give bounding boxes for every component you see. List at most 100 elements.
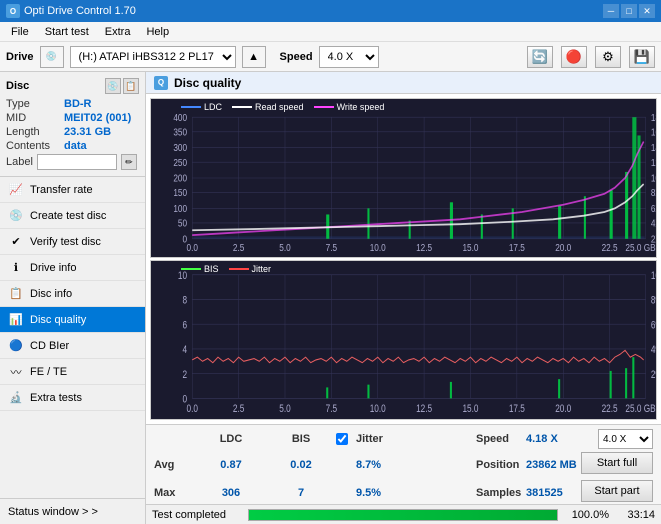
nav-label-fe-te: FE / TE bbox=[30, 366, 67, 378]
sidebar-item-verify-test-disc[interactable]: ✔ Verify test disc bbox=[0, 229, 145, 255]
samples-value: 381525 bbox=[526, 487, 563, 499]
svg-text:0.0: 0.0 bbox=[186, 403, 198, 415]
start-part-button[interactable]: Start part bbox=[581, 480, 653, 502]
svg-text:5.0: 5.0 bbox=[279, 403, 291, 415]
sidebar-item-create-test-disc[interactable]: 💿 Create test disc bbox=[0, 203, 145, 229]
svg-text:7.5: 7.5 bbox=[326, 403, 337, 415]
max-label: Max bbox=[154, 487, 175, 499]
sidebar: Disc 💿 📋 Type BD-R MID MEIT02 (001) Leng… bbox=[0, 72, 146, 524]
svg-text:17.5: 17.5 bbox=[509, 403, 525, 415]
main-layout: Disc 💿 📋 Type BD-R MID MEIT02 (001) Leng… bbox=[0, 72, 661, 524]
svg-text:10X: 10X bbox=[651, 173, 656, 184]
content-area: Q Disc quality LDC Read speed bbox=[146, 72, 661, 524]
bis-chart-svg: 10 8 6 4 2 0 10% 8% 6% 4% 2% 0.0 2.5 5.0 bbox=[151, 261, 656, 419]
svg-text:2: 2 bbox=[182, 369, 187, 381]
refresh-button[interactable]: 🔄 bbox=[527, 46, 553, 68]
disc-title: Disc bbox=[6, 80, 29, 92]
close-button[interactable]: ✕ bbox=[639, 4, 655, 18]
speed-select[interactable]: 4.0 X bbox=[319, 46, 379, 68]
disc-quality-header-icon: Q bbox=[154, 76, 168, 90]
sidebar-item-cd-bier[interactable]: 🔵 CD BIer bbox=[0, 333, 145, 359]
drive-select[interactable]: (H:) ATAPI iHBS312 2 PL17 bbox=[70, 46, 236, 68]
svg-text:50: 50 bbox=[178, 218, 187, 229]
title-controls: ─ □ ✕ bbox=[603, 4, 655, 18]
svg-text:4%: 4% bbox=[651, 344, 656, 356]
menu-help[interactable]: Help bbox=[139, 23, 176, 41]
nav-label-create-test-disc: Create test disc bbox=[30, 210, 106, 222]
label-input[interactable] bbox=[37, 154, 117, 170]
max-bis: 7 bbox=[298, 487, 304, 499]
svg-text:2.5: 2.5 bbox=[233, 242, 244, 253]
avg-ldc: 0.87 bbox=[220, 459, 241, 471]
minimize-button[interactable]: ─ bbox=[603, 4, 619, 18]
fe-te-icon: 〰 bbox=[8, 364, 24, 380]
jitter-checkbox[interactable] bbox=[336, 433, 348, 445]
bis-header: BIS bbox=[266, 433, 336, 445]
avg-bis: 0.02 bbox=[290, 459, 311, 471]
burn-button[interactable]: 🔴 bbox=[561, 46, 587, 68]
sidebar-item-fe-te[interactable]: 〰 FE / TE bbox=[0, 359, 145, 385]
disc-quality-icon: 📊 bbox=[8, 312, 24, 328]
avg-jitter: 8.7% bbox=[356, 459, 381, 471]
jitter-legend-label: Jitter bbox=[252, 264, 272, 274]
sidebar-item-disc-info[interactable]: 📋 Disc info bbox=[0, 281, 145, 307]
svg-text:350: 350 bbox=[173, 127, 187, 138]
label-edit-button[interactable]: ✏ bbox=[121, 154, 137, 170]
position-value: 23862 MB bbox=[526, 459, 577, 471]
disc-icon-buttons: 💿 📋 bbox=[105, 78, 139, 94]
sidebar-item-disc-quality[interactable]: 📊 Disc quality bbox=[0, 307, 145, 333]
svg-text:8: 8 bbox=[182, 295, 187, 307]
eject-button[interactable]: ▲ bbox=[242, 46, 266, 68]
progress-bar-inner bbox=[249, 510, 557, 520]
disc-type-label: Type bbox=[6, 98, 64, 110]
save-button[interactable]: 💾 bbox=[629, 46, 655, 68]
menu-start-test[interactable]: Start test bbox=[38, 23, 96, 41]
svg-text:18X: 18X bbox=[651, 112, 656, 123]
disc-header: Disc 💿 📋 bbox=[6, 78, 139, 94]
sidebar-item-extra-tests[interactable]: 🔬 Extra tests bbox=[0, 385, 145, 411]
menu-extra[interactable]: Extra bbox=[98, 23, 138, 41]
disc-label-field: Label bbox=[6, 156, 33, 168]
ldc-chart: LDC Read speed Write speed bbox=[150, 98, 657, 258]
maximize-button[interactable]: □ bbox=[621, 4, 637, 18]
speed-display: 4.18 X bbox=[526, 433, 558, 445]
speed-select-small[interactable]: 4.0 X bbox=[598, 429, 653, 449]
sidebar-item-drive-info[interactable]: ℹ Drive info bbox=[0, 255, 145, 281]
disc-icon-1[interactable]: 💿 bbox=[105, 78, 121, 94]
disc-quality-header: Q Disc quality bbox=[146, 72, 661, 94]
svg-text:4: 4 bbox=[182, 344, 187, 356]
status-window-label: Status window > > bbox=[8, 506, 98, 518]
disc-icon-2[interactable]: 📋 bbox=[123, 78, 139, 94]
write-speed-legend-item: Write speed bbox=[314, 102, 385, 112]
svg-text:12.5: 12.5 bbox=[416, 242, 432, 253]
status-window[interactable]: Status window > > bbox=[0, 498, 145, 524]
svg-text:100: 100 bbox=[173, 203, 187, 214]
ldc-legend-item: LDC bbox=[181, 102, 222, 112]
read-speed-legend-label: Read speed bbox=[255, 102, 304, 112]
drive-bar: Drive 💿 (H:) ATAPI iHBS312 2 PL17 ▲ Spee… bbox=[0, 42, 661, 72]
nav-label-transfer-rate: Transfer rate bbox=[30, 184, 93, 196]
menu-file[interactable]: File bbox=[4, 23, 36, 41]
svg-text:20.0: 20.0 bbox=[555, 403, 572, 415]
drive-info-icon: ℹ bbox=[8, 260, 24, 276]
disc-contents-label: Contents bbox=[6, 140, 64, 152]
disc-section: Disc 💿 📋 Type BD-R MID MEIT02 (001) Leng… bbox=[0, 72, 145, 177]
nav-label-disc-info: Disc info bbox=[30, 288, 72, 300]
max-ldc: 306 bbox=[222, 487, 240, 499]
svg-text:250: 250 bbox=[173, 157, 187, 168]
verify-test-disc-icon: ✔ bbox=[8, 234, 24, 250]
progress-bar-area: Test completed 100.0% 33:14 bbox=[146, 504, 661, 524]
svg-text:7.5: 7.5 bbox=[326, 242, 337, 253]
svg-text:6: 6 bbox=[182, 319, 187, 331]
svg-text:0.0: 0.0 bbox=[187, 242, 198, 253]
svg-text:12.5: 12.5 bbox=[416, 403, 432, 415]
svg-text:25.0 GB: 25.0 GB bbox=[625, 403, 655, 415]
sidebar-item-transfer-rate[interactable]: 📈 Transfer rate bbox=[0, 177, 145, 203]
nav-label-verify-test-disc: Verify test disc bbox=[30, 236, 101, 248]
svg-text:5.0: 5.0 bbox=[279, 242, 290, 253]
svg-text:17.5: 17.5 bbox=[509, 242, 525, 253]
start-full-button[interactable]: Start full bbox=[581, 452, 653, 474]
settings-button[interactable]: ⚙ bbox=[595, 46, 621, 68]
svg-text:6X: 6X bbox=[651, 203, 656, 214]
extra-tests-icon: 🔬 bbox=[8, 390, 24, 406]
